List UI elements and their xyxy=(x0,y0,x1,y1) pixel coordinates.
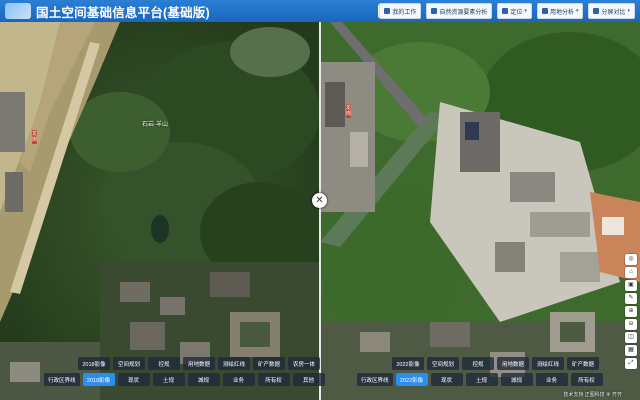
chevron-down-icon: ▾ xyxy=(627,8,630,14)
layer-button[interactable]: 所有权 xyxy=(570,373,603,386)
layer-button[interactable]: 2018影像 xyxy=(78,357,110,370)
layer-button[interactable]: 矿产数据 xyxy=(567,357,599,370)
map-right-2022[interactable]: 龙岗 xyxy=(320,22,640,400)
work-icon xyxy=(384,8,391,14)
layer-button[interactable]: 用地数据 xyxy=(183,357,215,370)
chevron-down-icon: ▾ xyxy=(575,8,579,14)
layer-button-active[interactable]: 2018影像 xyxy=(82,373,115,386)
layer-button[interactable]: 行政区界线 xyxy=(357,373,393,386)
swipe-divider[interactable] xyxy=(319,22,321,400)
resource-analysis-button[interactable]: 自然资源要素分析 xyxy=(426,3,493,19)
place-label: 石岩·羊山 xyxy=(142,122,168,128)
zoom-in-icon[interactable]: ⊕ xyxy=(625,306,637,317)
layer-button[interactable]: 控规 xyxy=(462,357,494,370)
layer-button[interactable]: 2022影像 xyxy=(392,357,424,370)
footer-credit: 技术支持 正图科技 ⑧ 齐齐 xyxy=(563,392,622,398)
swipe-handle-icon[interactable]: ✕ xyxy=(312,193,327,208)
land-use-analysis-button[interactable]: 用地分析 ▾ xyxy=(536,3,584,19)
land-use-icon xyxy=(541,8,548,14)
zoom-out-icon[interactable]: ⊖ xyxy=(625,319,637,330)
layer-button[interactable]: 所有权 xyxy=(257,373,290,386)
locate-icon xyxy=(502,8,509,14)
layer-button[interactable]: 现状 xyxy=(117,373,150,386)
layer-button[interactable]: 矿产数据 xyxy=(253,357,285,370)
layer-button[interactable]: 农房一体 xyxy=(288,357,320,370)
layer-button[interactable]: 土规 xyxy=(152,373,185,386)
layer-button[interactable]: 用地数据 xyxy=(497,357,529,370)
layer-button[interactable]: 测绘红线 xyxy=(532,357,564,370)
layer-panel-left-row1: 2018影像 空间规划 控规 用地数据 测绘红线 矿产数据 农房一体 xyxy=(78,357,320,373)
home-icon[interactable]: ⌂ xyxy=(625,267,637,278)
layer-button[interactable]: 业务 xyxy=(535,373,568,386)
layer-button[interactable]: 空间规划 xyxy=(113,357,145,370)
layer-panel-left-row2: 行政区界线 2018影像 现状 土规 城规 业务 所有权 其他 xyxy=(44,373,325,389)
layer-button[interactable]: 土规 xyxy=(465,373,498,386)
satellite-imagery-right xyxy=(320,22,640,400)
road-label: 龙岗 xyxy=(32,130,38,144)
layer-panel-right-row1: 2022影像 空间规划 控规 用地数据 测绘红线 矿产数据 xyxy=(392,357,599,373)
app-title: 国土空间基础信息平台(基础版) xyxy=(36,5,210,20)
road-label: 龙岗 xyxy=(346,104,352,118)
map-left-2018[interactable]: 石岩·羊山 龙岗 xyxy=(0,22,319,400)
layer-button[interactable]: 城规 xyxy=(500,373,533,386)
layer-button[interactable]: 行政区界线 xyxy=(44,373,80,386)
layer-button-active[interactable]: 2022影像 xyxy=(395,373,428,386)
split-screen-icon xyxy=(593,8,600,14)
layer-button[interactable]: 空间规划 xyxy=(427,357,459,370)
layer-panel-right-row2: 行政区界线 2022影像 现状 土规 城规 业务 所有权 xyxy=(357,373,603,389)
draw-icon[interactable]: ✎ xyxy=(625,293,637,304)
map-tools: ◎ ⌂ ▣ ✎ ⊕ ⊖ ◫ ▦ ⤢ xyxy=(625,254,637,369)
layer-button[interactable]: 控规 xyxy=(148,357,180,370)
locate-button[interactable]: 定位 ▾ xyxy=(497,3,532,19)
locate-icon[interactable]: ◎ xyxy=(625,254,637,265)
app-header: 国土空间基础信息平台(基础版) ◀ 我的工作 自然资源要素分析 定位▾ 用地分析… xyxy=(0,0,640,22)
toolbar: 我的工作 自然资源要素分析 定位 ▾ 用地分析 ▾ 分屏对比 ▾ xyxy=(379,3,635,19)
layer-button[interactable]: 其他 xyxy=(292,373,325,386)
layer-button[interactable]: 城规 xyxy=(187,373,220,386)
layers-icon[interactable]: ▣ xyxy=(625,280,637,291)
chevron-down-icon: ▾ xyxy=(524,8,527,14)
app-logo xyxy=(5,3,31,19)
layer-button[interactable]: 现状 xyxy=(430,373,463,386)
fullscreen-icon[interactable]: ⤢ xyxy=(625,358,637,369)
measure-icon[interactable]: ◫ xyxy=(625,332,637,343)
layer-button[interactable]: 测绘红线 xyxy=(218,357,250,370)
split-screen-button[interactable]: 分屏对比 ▾ xyxy=(588,3,635,19)
grid-icon[interactable]: ▦ xyxy=(625,345,637,356)
satellite-imagery-left xyxy=(0,22,319,400)
analysis-icon xyxy=(431,8,438,14)
layer-button[interactable]: 业务 xyxy=(222,373,255,386)
my-work-button[interactable]: 我的工作 xyxy=(379,3,422,19)
